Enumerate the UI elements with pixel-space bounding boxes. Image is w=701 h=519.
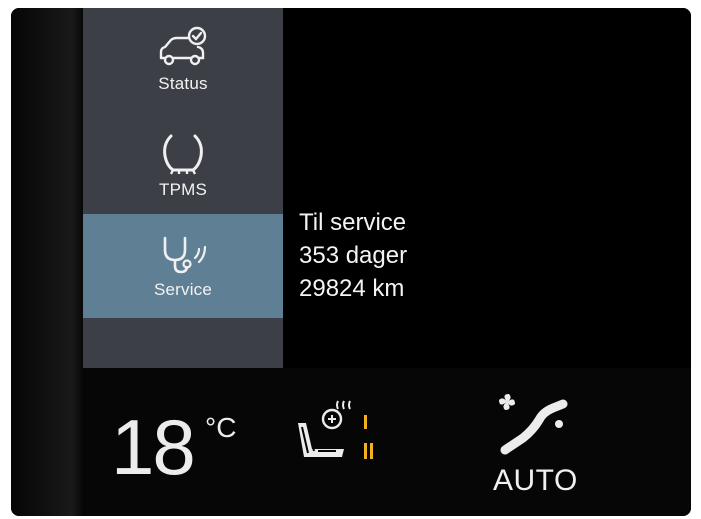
- heated-seat-button[interactable]: [288, 393, 388, 478]
- service-days: 353 dager: [299, 242, 408, 269]
- sidebar-item-status[interactable]: Status: [83, 8, 283, 112]
- sidebar-item-label: Status: [158, 74, 208, 93]
- climate-bar: 18 °C AUTO: [83, 368, 691, 516]
- center-display: Status TPMS Service Til service 353 dage…: [83, 8, 691, 368]
- car-check-icon: [159, 26, 207, 66]
- heated-seat-icon: [298, 400, 373, 459]
- service-distance: 29824 km: [299, 275, 405, 302]
- fan-airflow-icon: [499, 394, 568, 455]
- sidebar-item-tpms[interactable]: TPMS: [83, 114, 283, 218]
- left-bezel: [11, 8, 83, 516]
- temperature-unit: °C: [205, 412, 237, 443]
- sidebar-item-service[interactable]: Service: [83, 214, 283, 318]
- sidebar: Status TPMS Service: [83, 8, 283, 368]
- tire-pressure-icon: [163, 134, 203, 175]
- fan-auto-button[interactable]: [493, 390, 583, 465]
- service-info: Til service 353 dager 29824 km: [299, 206, 407, 305]
- fan-mode-label: AUTO: [493, 464, 578, 497]
- display-frame: Status TPMS Service Til service 353 dage…: [11, 8, 691, 516]
- sidebar-item-label: Service: [153, 280, 213, 299]
- temperature-value[interactable]: 18: [111, 408, 196, 486]
- service-title: Til service: [299, 209, 407, 236]
- stethoscope-service-icon: [163, 236, 207, 274]
- sidebar-item-label: TPMS: [158, 180, 208, 199]
